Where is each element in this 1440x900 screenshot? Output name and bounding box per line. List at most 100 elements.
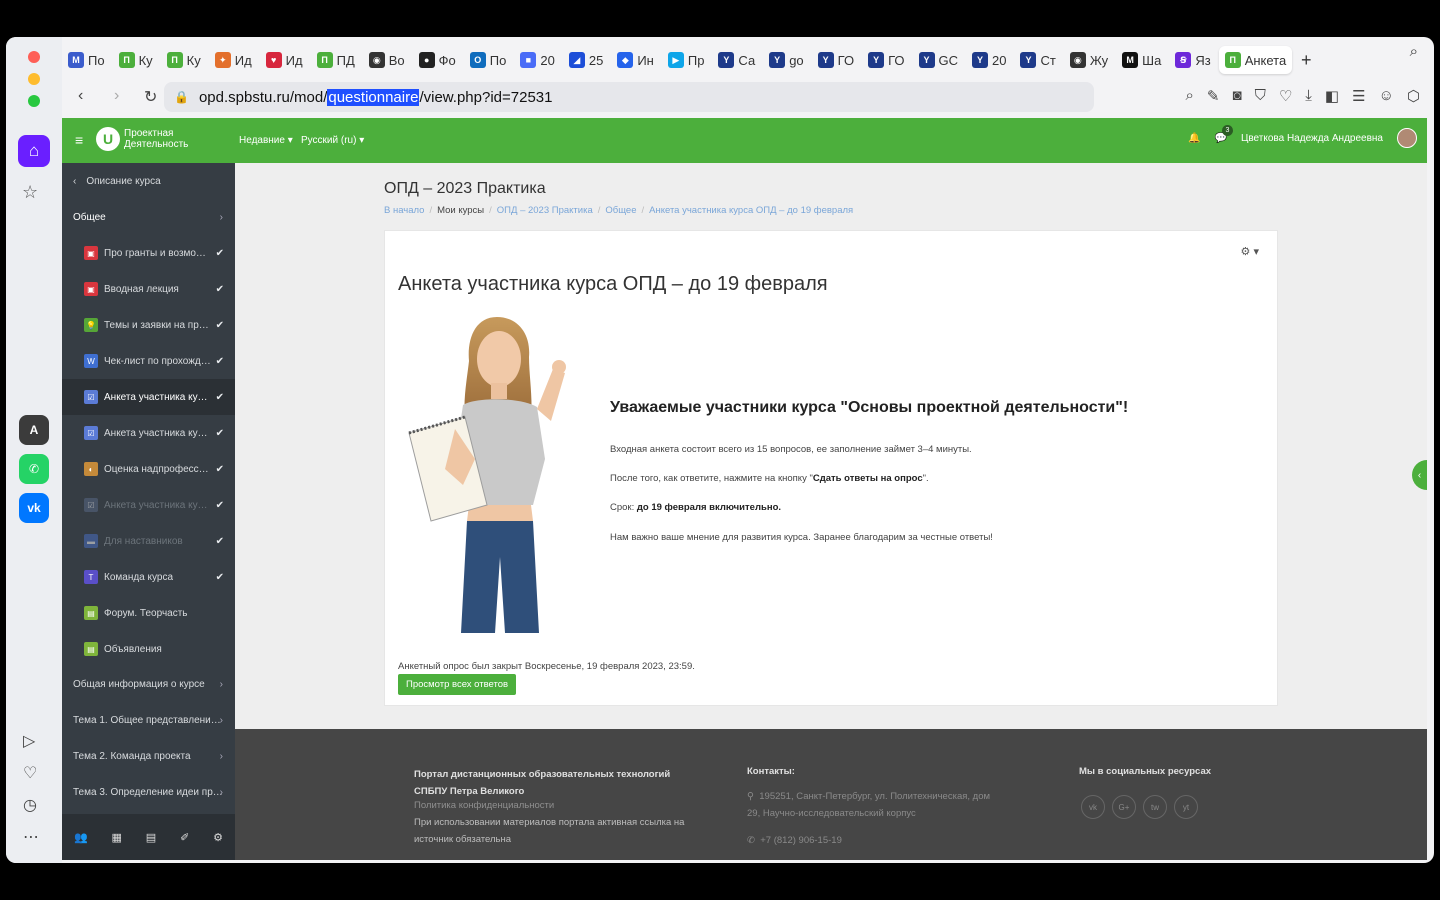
tab-search-icon[interactable]: ⌕ xyxy=(1410,43,1418,60)
browser-tab[interactable]: Y ГО xyxy=(862,46,910,74)
drawer-activity-item[interactable]: ▤ Объявления xyxy=(62,631,235,667)
tab-active[interactable]: П Анкета xyxy=(1218,46,1293,74)
browser-tab[interactable]: ● Фо xyxy=(413,46,462,74)
chevron-left-icon[interactable]: ‹ xyxy=(1412,460,1427,490)
cube-icon[interactable]: ⬡ xyxy=(1407,87,1420,105)
drawer-activity-item[interactable]: ◐ Оценка надпрофессиональных✔ xyxy=(62,451,235,487)
play-icon[interactable]: ▷ xyxy=(23,731,35,751)
back-icon[interactable]: ‹ xyxy=(78,87,83,105)
breadcrumb-my-courses[interactable]: Мои курсы xyxy=(437,205,484,216)
messages-icon[interactable]: 💬 3 xyxy=(1215,124,1233,144)
youtube-social-icon[interactable]: yt xyxy=(1174,795,1198,819)
browser-tab[interactable]: ◉ Жу xyxy=(1064,46,1114,74)
document-icon[interactable]: ▤ xyxy=(146,831,156,844)
drawer-activity-item[interactable]: ☑ Анкета участника курса ✔ xyxy=(62,379,235,415)
privacy-link[interactable]: Политика конфиденциальности xyxy=(414,800,554,811)
recent-menu[interactable]: Недавние ▾ xyxy=(239,135,293,146)
drawer-activity-item[interactable]: ☑ Анкета участника курса ✔ xyxy=(62,415,235,451)
drawer-activity-item[interactable]: ▣ Вводная лекция ✔ xyxy=(62,271,235,307)
browser-tab[interactable]: П ПД xyxy=(311,46,361,74)
avatar[interactable] xyxy=(1397,128,1417,148)
drawer-section-item[interactable]: Тема 3. Определение идеи проекта › xyxy=(62,774,235,810)
camera-icon[interactable]: ◙ xyxy=(1233,87,1242,105)
admin-gear-icon[interactable]: ⚙ xyxy=(213,831,223,844)
gear-icon[interactable]: ⚙ ▾ xyxy=(1241,245,1259,258)
shield-icon[interactable]: ⛉ xyxy=(1255,87,1266,105)
drawer-activity-item[interactable]: W Чек-лист по прохождению✔ xyxy=(62,343,235,379)
browser-tab[interactable]: ♥ Ид xyxy=(260,46,309,74)
profile-icon[interactable]: ☺ xyxy=(1379,87,1394,105)
breadcrumb-current[interactable]: Анкета участника курса ОПД – до 19 февра… xyxy=(649,205,853,216)
tab-favicon-icon: ♥ xyxy=(265,52,282,68)
browser-tab[interactable]: Y Са xyxy=(712,46,761,74)
language-menu[interactable]: Русский (ru) ▾ xyxy=(301,135,364,146)
download-icon[interactable]: ⤓ xyxy=(1305,87,1312,105)
star-icon[interactable]: ☆ xyxy=(22,182,38,203)
googleplus-social-icon[interactable]: G+ xyxy=(1112,795,1136,819)
whatsapp-icon[interactable]: ✆ xyxy=(19,454,49,484)
browser-tab[interactable]: ▶ Пр xyxy=(662,46,711,74)
vk-icon[interactable]: vk xyxy=(19,493,49,523)
browser-tab[interactable]: M Ша xyxy=(1116,46,1167,74)
breadcrumb-section[interactable]: Общее xyxy=(605,205,636,216)
edit-icon[interactable]: ✎ xyxy=(1207,87,1220,105)
vk-social-icon[interactable]: vk xyxy=(1081,795,1105,819)
grades-icon[interactable]: ▦ xyxy=(112,831,122,844)
twitter-social-icon[interactable]: tw xyxy=(1143,795,1167,819)
drawer-activity-item[interactable]: 💡 Темы и заявки на проекты✔ xyxy=(62,307,235,343)
more-icon[interactable]: ⋯ xyxy=(23,827,39,847)
drawer-section-general[interactable]: Общее › xyxy=(62,199,235,235)
browser-tab[interactable]: Y 20 xyxy=(966,46,1012,74)
drawer-section-item[interactable]: Общая информация о курсе › xyxy=(62,666,235,702)
url-field[interactable]: 🔒 opd.spbstu.ru/mod/questionnaire/view.p… xyxy=(164,82,1094,112)
site-logo-text[interactable]: Проектная Деятельность xyxy=(124,128,188,150)
zoom-icon[interactable]: ⌕ xyxy=(1186,87,1194,105)
browser-tab[interactable]: П Ку xyxy=(113,46,159,74)
drawer-activity-item[interactable]: ▤ Форум. Теорчасть xyxy=(62,595,235,631)
browser-tab[interactable]: Ygo xyxy=(763,46,809,74)
drawer-footer-toolbar: 👥 ▦ ▤ ✐ ⚙ xyxy=(62,814,235,860)
minimize-window-button[interactable] xyxy=(28,73,40,85)
forward-icon[interactable]: › xyxy=(114,87,119,105)
browser-tab[interactable]: ◉ Во xyxy=(363,46,411,74)
browser-tab[interactable]: ■ 20 xyxy=(514,46,560,74)
browser-tab[interactable]: Y ГО xyxy=(812,46,860,74)
settings-icon[interactable]: ☰ xyxy=(1352,87,1365,105)
maximize-window-button[interactable] xyxy=(28,95,40,107)
drawer-activity-item[interactable]: ▣ Про гранты и возможности✔ xyxy=(62,235,235,271)
logo-icon[interactable]: U xyxy=(96,127,120,151)
history-icon[interactable]: ◷ xyxy=(23,795,37,815)
browser-tab[interactable]: Y Ст xyxy=(1014,46,1061,74)
drawer-section-item[interactable]: Тема 1. Общее представление о › xyxy=(62,702,235,738)
browser-tab[interactable]: M По xyxy=(62,46,111,74)
menu-icon[interactable]: ≡ xyxy=(75,132,83,148)
drawer-activity-item[interactable]: ▬ Для наставников ✔ xyxy=(62,523,235,559)
breadcrumb-home[interactable]: В начало xyxy=(384,205,424,216)
bell-icon[interactable]: 🔔 xyxy=(1188,133,1200,144)
breadcrumb-course[interactable]: ОПД – 2023 Практика xyxy=(497,205,593,216)
app-icon[interactable]: A xyxy=(19,415,49,445)
close-window-button[interactable] xyxy=(28,51,40,63)
browser-tab[interactable]: ◢ 25 xyxy=(563,46,609,74)
browser-tab[interactable]: П Ку xyxy=(161,46,207,74)
brush-icon[interactable]: ✐ xyxy=(180,831,189,844)
view-all-responses-button[interactable]: Просмотр всех ответов xyxy=(398,674,517,695)
drawer-activity-item[interactable]: ☑ Анкета участника курса ✔ xyxy=(62,487,235,523)
browser-tab[interactable]: ✦ Ид xyxy=(209,46,258,74)
browser-tab[interactable]: Ꞩ Яз xyxy=(1169,46,1216,74)
user-name[interactable]: Цветкова Надежда Андреевна xyxy=(1241,133,1383,144)
browser-tab[interactable]: ◆ Ин xyxy=(611,46,660,74)
new-tab-button[interactable]: + xyxy=(1294,48,1318,72)
drawer-back-link[interactable]: ‹ Описание курса xyxy=(62,163,235,199)
sidebar-toggle-icon[interactable]: ◧ xyxy=(1325,87,1339,105)
browser-tab[interactable]: O По xyxy=(464,46,513,74)
home-icon[interactable]: ⌂ xyxy=(18,135,50,167)
heart-icon[interactable]: ♡ xyxy=(23,763,37,783)
participants-icon[interactable]: 👥 xyxy=(74,831,88,844)
browser-tab[interactable]: Y GC xyxy=(913,46,965,74)
reload-icon[interactable]: ↻ xyxy=(144,87,157,107)
heart-icon[interactable]: ♡ xyxy=(1279,87,1292,105)
drawer-section-item[interactable]: Тема 2. Команда проекта › xyxy=(62,738,235,774)
drawer-activity-item[interactable]: T Команда курса ✔ xyxy=(62,559,235,595)
footer-portal-title-2: СПБПУ Петра Великого xyxy=(414,786,525,797)
